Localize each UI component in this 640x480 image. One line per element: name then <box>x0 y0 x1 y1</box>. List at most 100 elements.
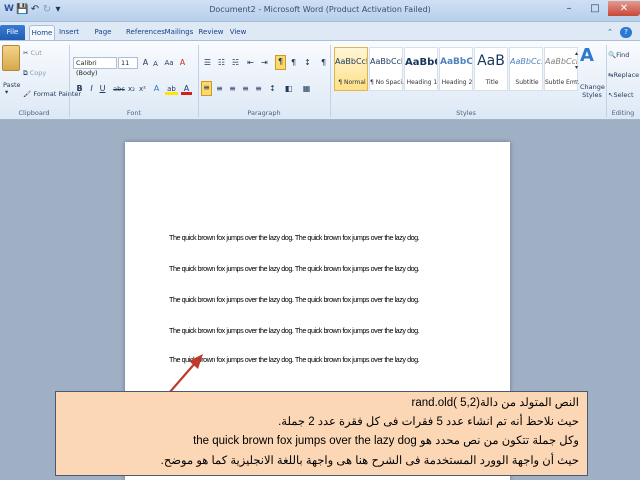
tab-file[interactable]: File <box>0 25 25 40</box>
style-heading-2[interactable]: AaBbCc Heading 2 <box>439 47 473 91</box>
copy-icon: ⧉ <box>23 69 28 77</box>
ribbon: Paste ▾ ✂ Cut ⧉ Copy 🖌 Format Painter Cl… <box>0 40 640 120</box>
increase-indent-button[interactable]: ⇥ <box>259 57 270 69</box>
document-paragraph[interactable]: The quick brown fox jumps over the lazy … <box>169 326 420 335</box>
style-name: Title <box>485 79 499 86</box>
style-subtle-emphasis[interactable]: AaBbCcDcSubtle Em... <box>544 47 579 91</box>
find-label: Find <box>616 51 630 59</box>
close-button[interactable]: ✕ <box>608 1 640 16</box>
find-button[interactable]: 🔍Find <box>608 51 629 59</box>
align-right-button[interactable]: ≡ <box>227 83 238 95</box>
style-preview: AaBbCcDc <box>370 57 402 66</box>
editing-group-label: Editing <box>611 109 635 117</box>
copy-button[interactable]: ⧉ Copy <box>23 69 46 78</box>
callout-line: النص المتولد من دالة(rand.old( 5,2 <box>411 397 579 409</box>
font-color-button[interactable]: A <box>181 83 192 95</box>
document-paragraph[interactable]: The quick brown fox jumps over the lazy … <box>169 264 420 273</box>
font-size-select[interactable]: 11 <box>118 57 138 69</box>
center-button[interactable]: ≡ <box>214 83 225 95</box>
style-subtitle[interactable]: AaBbCc. Subtitle <box>509 47 543 91</box>
tab-references[interactable]: References <box>126 25 165 40</box>
style-preview: AaB <box>477 53 505 69</box>
bullets-button[interactable]: ☰ <box>202 57 213 69</box>
highlight-button[interactable]: ab <box>165 83 178 95</box>
style-normal[interactable]: AaBbCcDc ¶ Normal <box>334 47 368 91</box>
clipboard-group-label: Clipboard <box>18 109 50 117</box>
replace-label: Replace <box>613 71 640 79</box>
superscript-button[interactable]: x² <box>137 83 148 95</box>
document-paragraph[interactable]: The quick brown fox jumps over the lazy … <box>169 233 420 242</box>
line-spacing-button[interactable]: ↕ <box>267 83 278 95</box>
format-painter-button[interactable]: 🖌 Format Painter <box>23 90 81 98</box>
explanation-callout: النص المتولد من دالة(rand.old( 5,2 حيث ن… <box>55 391 588 476</box>
ribbon-tabs: File Home Insert Page Layout References … <box>0 22 640 51</box>
tab-review[interactable]: Review <box>198 25 224 40</box>
multilevel-list-button[interactable]: ☵ <box>230 57 241 69</box>
document-paragraph[interactable]: The quick brown fox jumps over the lazy … <box>169 295 420 304</box>
clear-formatting-button[interactable]: A <box>177 57 188 69</box>
minimize-ribbon-icon[interactable]: ⌃ <box>604 25 616 40</box>
shrink-font-button[interactable]: A <box>150 58 161 70</box>
group-divider <box>69 45 70 117</box>
minimize-button[interactable]: – <box>556 1 582 16</box>
select-button[interactable]: ↖Select <box>608 91 634 99</box>
style-preview: AaBbCcDc <box>335 57 367 66</box>
rtl-direction-button[interactable]: ¶ <box>288 57 299 69</box>
italic-button[interactable]: I <box>86 83 97 95</box>
tab-insert[interactable]: Insert <box>58 25 80 40</box>
tab-page-layout[interactable]: Page Layout <box>84 25 122 51</box>
borders-button[interactable]: ▦ <box>301 83 312 95</box>
bold-button[interactable]: B <box>74 83 85 95</box>
style-name: Heading 2 <box>441 79 473 86</box>
style-preview: AaBbCc <box>440 57 472 67</box>
paste-dropdown-icon[interactable]: ▾ <box>5 88 8 96</box>
tab-home[interactable]: Home <box>29 25 55 40</box>
paragraph-group-label: Paragraph <box>247 109 281 117</box>
tab-mailings[interactable]: Mailings <box>164 25 194 40</box>
title-bar: W 💾 ↶ ↻ ▾ Document2 - Microsoft Word (Pr… <box>0 0 640 22</box>
paste-icon <box>2 45 20 71</box>
replace-button[interactable]: ⇆Replace <box>608 71 639 79</box>
sort-button[interactable]: ↕ <box>302 57 313 69</box>
text-effects-button[interactable]: A <box>151 83 162 95</box>
group-divider <box>198 45 199 117</box>
document-paragraph[interactable]: The quick brown fox jumps over the lazy … <box>169 355 420 364</box>
justify-button[interactable]: ≡ <box>240 83 251 95</box>
change-case-button[interactable]: Aa <box>162 57 176 69</box>
numbering-button[interactable]: ☷ <box>216 57 227 69</box>
style-name: ¶ No Spaci... <box>370 79 404 86</box>
style-preview: AaBbCc <box>405 57 437 68</box>
cut-button[interactable]: ✂ Cut <box>23 49 42 57</box>
style-title[interactable]: AaB Title <box>474 47 508 91</box>
style-name: ¶ Normal <box>338 79 366 86</box>
subscript-button[interactable]: x₂ <box>126 83 137 95</box>
scissors-icon: ✂ <box>23 49 29 57</box>
select-label: Select <box>613 91 634 99</box>
maximize-button[interactable]: □ <box>582 1 608 16</box>
align-left-button[interactable]: ≡ <box>201 81 212 96</box>
callout-line: حيث نلاحظ أنه تم انشاء عدد 5 فقرات فى كل… <box>278 416 579 428</box>
group-divider <box>606 45 607 117</box>
change-styles-button[interactable]: Change Styles <box>580 83 605 99</box>
show-marks-button[interactable]: ¶ <box>318 57 329 69</box>
style-no-spacing[interactable]: AaBbCcDc ¶ No Spaci... <box>369 47 404 91</box>
brush-icon: 🖌 <box>23 90 32 98</box>
strikethrough-button[interactable]: abc <box>112 83 126 95</box>
shading-button[interactable]: ◧ <box>283 83 294 95</box>
group-divider <box>330 45 331 117</box>
rtl-align-button[interactable]: ≡ <box>253 83 264 95</box>
change-styles-icon: A <box>580 45 594 66</box>
tab-view[interactable]: View <box>228 25 248 40</box>
font-name-select[interactable]: Calibri (Body) <box>73 57 117 77</box>
style-name: Heading 1 <box>406 79 438 86</box>
ltr-direction-button[interactable]: ¶ <box>275 55 286 70</box>
style-preview: AaBbCc. <box>510 57 542 66</box>
styles-group-label: Styles <box>456 109 476 117</box>
callout-line: وكل جملة تتكون من نص محدد هو the quick b… <box>193 435 579 447</box>
decrease-indent-button[interactable]: ⇤ <box>245 57 256 69</box>
help-icon[interactable]: ? <box>620 27 632 38</box>
style-heading-1[interactable]: AaBbCc Heading 1 <box>404 47 438 91</box>
binoculars-icon: 🔍 <box>608 51 617 59</box>
styles-scroll[interactable]: ▴ ▾ ▿ <box>574 47 579 91</box>
underline-button[interactable]: U <box>97 83 108 95</box>
